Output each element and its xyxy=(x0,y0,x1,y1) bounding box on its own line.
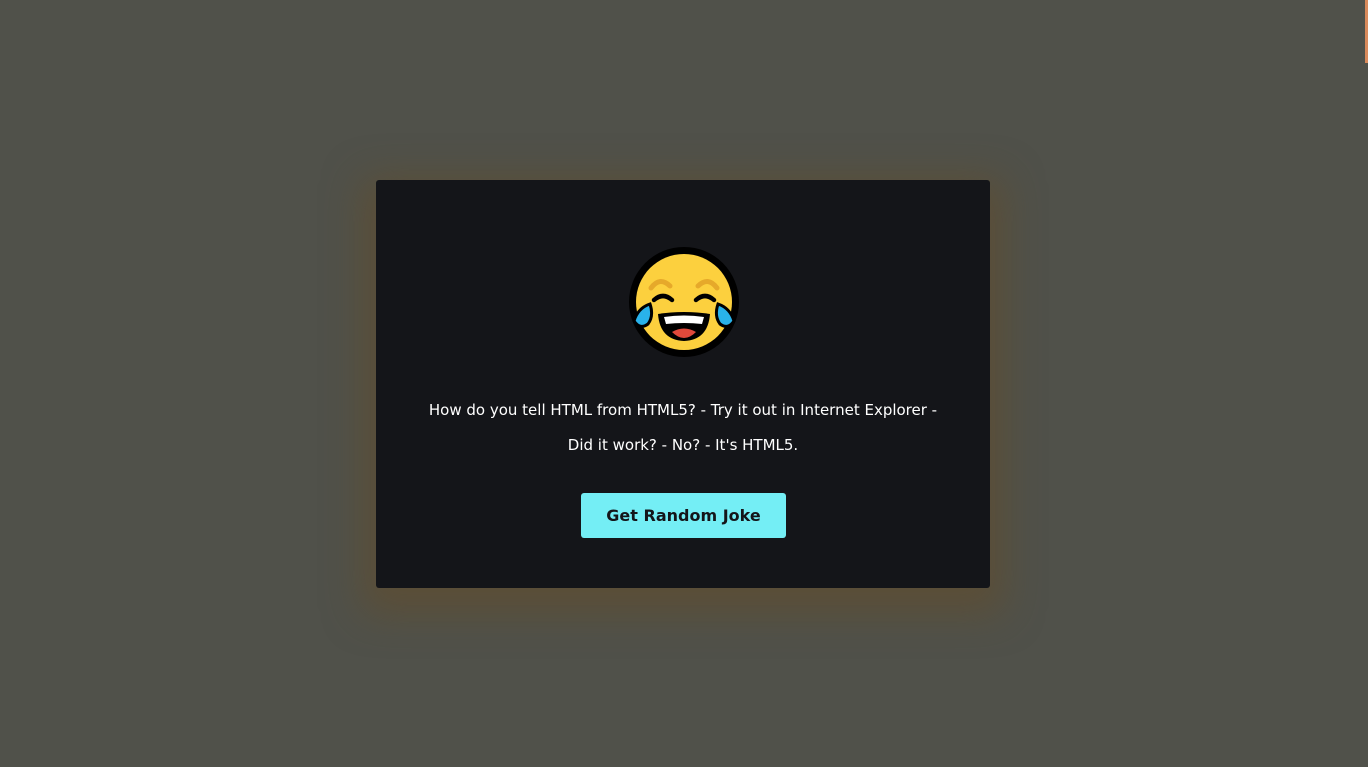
page: How do you tell HTML from HTML5? - Try i… xyxy=(0,0,1368,767)
joke-card: How do you tell HTML from HTML5? - Try i… xyxy=(376,180,990,588)
joke-text: How do you tell HTML from HTML5? - Try i… xyxy=(428,401,938,454)
face-with-tears-of-joy-icon xyxy=(629,247,739,357)
get-random-joke-button[interactable]: Get Random Joke xyxy=(581,493,786,538)
